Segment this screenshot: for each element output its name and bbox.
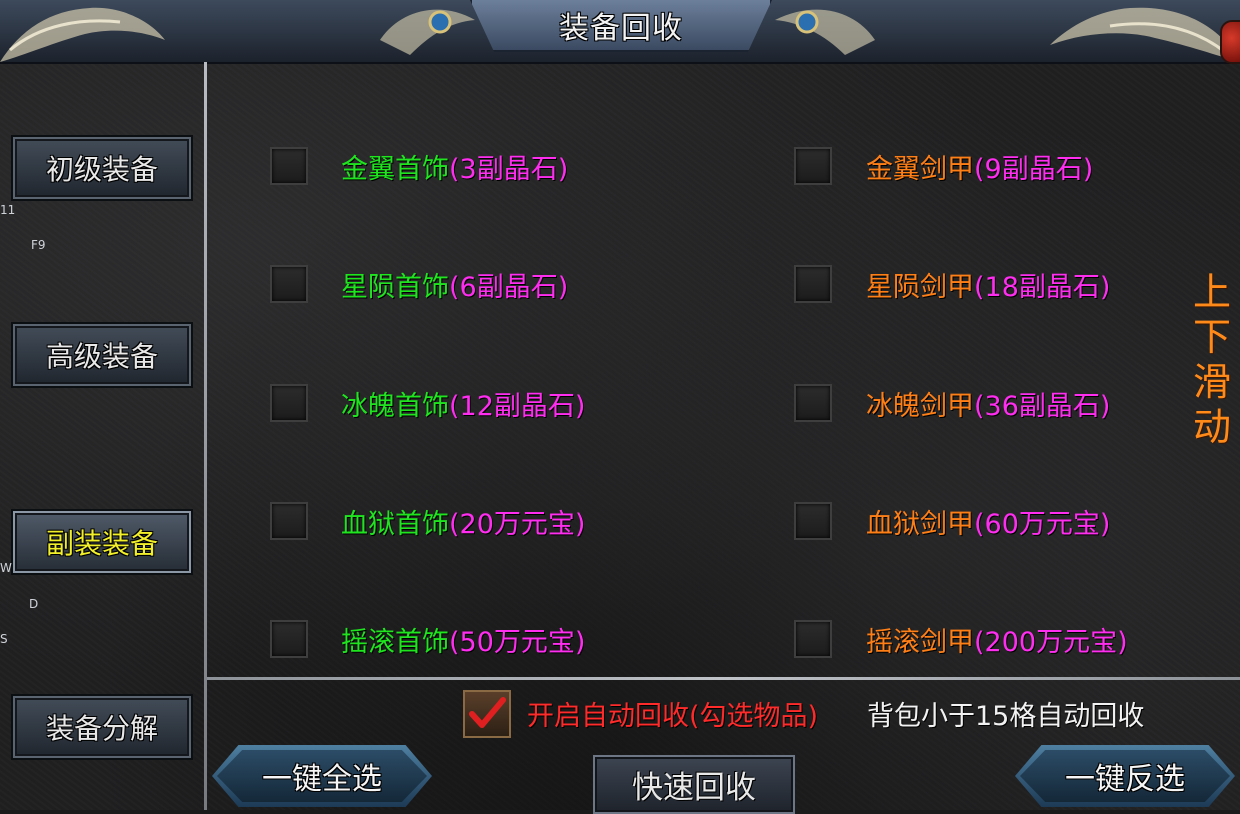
stray-label: D (29, 597, 39, 611)
item-cost: (9副晶石) (974, 154, 1094, 185)
quick-recycle-label: 快速回收 (632, 770, 756, 806)
item-cost: (50万元宝) (449, 627, 586, 658)
item-label: 血狱剑甲(60万元宝) (866, 502, 1110, 541)
quick-recycle-button[interactable]: 快速回收 (593, 755, 795, 814)
item-cost: (60万元宝) (974, 509, 1111, 540)
item-label: 金翼剑甲(9副晶石) (866, 147, 1093, 186)
checkmark-icon (469, 697, 506, 728)
sidebar-item-equipment-decompose[interactable]: 装备分解 (13, 696, 191, 758)
sidebar-item-advanced-equipment[interactable]: 高级装备 (13, 324, 191, 386)
item-name: 摇滚剑甲 (866, 627, 974, 658)
title-bar: 装备回收 (0, 0, 1240, 64)
item-cost: (200万元宝) (974, 627, 1128, 658)
item-checkbox[interactable] (794, 147, 832, 185)
title-plate: 装备回收 (470, 0, 772, 52)
scroll-hint-char: 下 (1192, 315, 1231, 359)
item-cost: (20万元宝) (449, 509, 586, 540)
dragon-ornament-mid-left-icon (380, 9, 475, 55)
item-checkbox[interactable] (270, 384, 308, 422)
item-cost: (18副晶石) (974, 272, 1111, 303)
item-label: 星陨首饰(6副晶石) (341, 265, 568, 304)
dragon-ornament-right-icon (1050, 7, 1240, 62)
item-name: 血狱剑甲 (866, 509, 974, 540)
item-cost: (12副晶石) (449, 391, 586, 422)
item-label: 摇滚剑甲(200万元宝) (866, 620, 1128, 659)
stray-label: F9 (31, 238, 46, 252)
auto-recycle-label: 开启自动回收(勾选物品) (527, 701, 819, 732)
item-name: 摇滚首饰 (341, 627, 449, 658)
item-checkbox[interactable] (794, 384, 832, 422)
sidebar-divider (204, 62, 207, 810)
scroll-hint: 上 下 滑 动 (1187, 270, 1237, 450)
dragon-ornament-mid-right-icon (775, 9, 875, 55)
item-checkbox[interactable] (270, 147, 308, 185)
item-label: 金翼首饰(3副晶石) (341, 147, 568, 186)
window-title: 装备回收 (559, 11, 683, 46)
item-label: 星陨剑甲(18副晶石) (866, 265, 1110, 304)
scroll-hint-char: 上 (1192, 270, 1231, 314)
item-checkbox[interactable] (270, 265, 308, 303)
item-name: 冰魄剑甲 (866, 391, 974, 422)
invert-select-label: 一键反选 (1065, 762, 1185, 797)
item-checkbox[interactable] (794, 502, 832, 540)
item-checkbox[interactable] (270, 502, 308, 540)
item-name: 血狱首饰 (341, 509, 449, 540)
item-name: 星陨剑甲 (866, 272, 974, 303)
item-cost: (3副晶石) (449, 154, 569, 185)
dragon-ornament-left-icon (0, 7, 165, 62)
stray-label: S (0, 632, 8, 646)
scroll-hint-char: 动 (1192, 405, 1231, 449)
item-cost: (6副晶石) (449, 272, 569, 303)
close-gem-icon[interactable] (1220, 20, 1240, 64)
item-label: 冰魄剑甲(36副晶石) (866, 384, 1110, 423)
select-all-label: 一键全选 (262, 762, 382, 797)
bag-threshold-label: 背包小于15格自动回收 (867, 701, 1145, 732)
item-checkbox[interactable] (794, 265, 832, 303)
stray-label: 11 (0, 203, 16, 217)
invert-select-button[interactable]: 一键反选 (1015, 745, 1235, 807)
select-all-button[interactable]: 一键全选 (212, 745, 432, 807)
bottom-divider (207, 677, 1240, 680)
item-name: 星陨首饰 (341, 272, 449, 303)
item-name: 金翼剑甲 (866, 154, 974, 185)
item-checkbox[interactable] (270, 620, 308, 658)
item-label: 摇滚首饰(50万元宝) (341, 620, 585, 659)
scroll-hint-char: 滑 (1192, 360, 1231, 404)
auto-recycle-checkbox[interactable] (463, 690, 511, 738)
sidebar-item-secondary-equipment[interactable]: 副装装备 (13, 511, 191, 573)
item-name: 冰魄首饰 (341, 391, 449, 422)
item-name: 金翼首饰 (341, 154, 449, 185)
item-label: 冰魄首饰(12副晶石) (341, 384, 585, 423)
item-checkbox[interactable] (794, 620, 832, 658)
stray-label: W (0, 561, 12, 575)
sidebar-item-basic-equipment[interactable]: 初级装备 (13, 137, 191, 199)
item-label: 血狱首饰(20万元宝) (341, 502, 585, 541)
item-cost: (36副晶石) (974, 391, 1111, 422)
